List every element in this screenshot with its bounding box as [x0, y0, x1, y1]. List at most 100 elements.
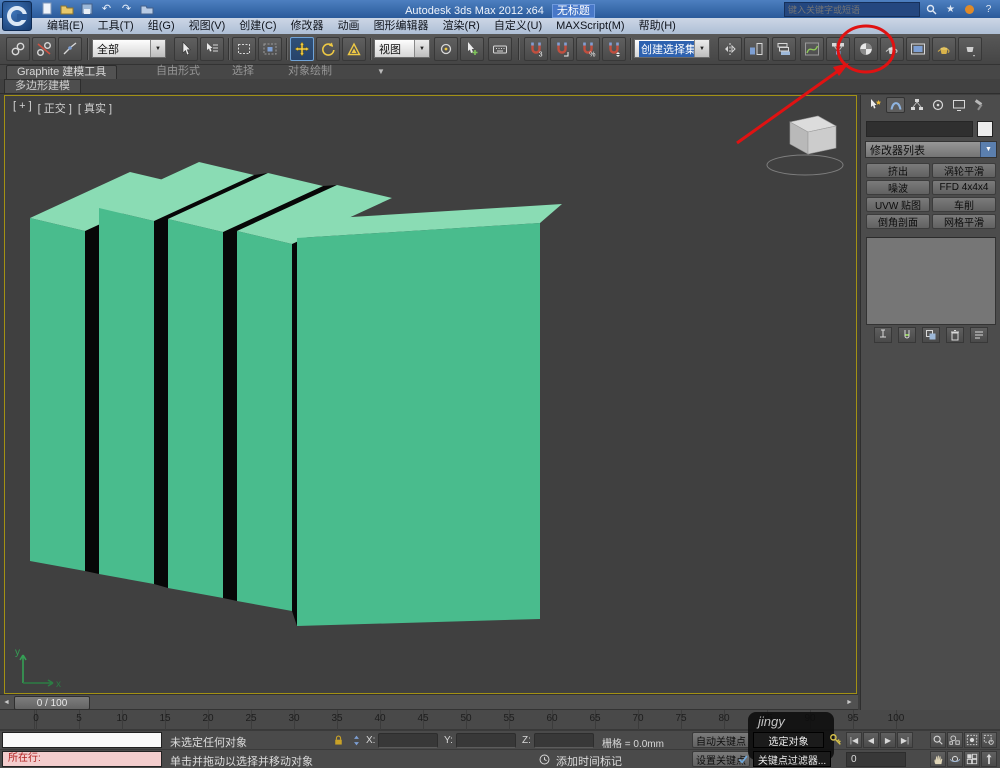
next-frame-arrow[interactable]: ►: [844, 697, 855, 708]
zoom-all-button[interactable]: [947, 732, 963, 748]
time-slider-handle[interactable]: 0 / 100: [14, 696, 90, 710]
select-by-name-button[interactable]: [200, 37, 224, 61]
selection-lock-toggle[interactable]: [330, 732, 347, 748]
new-scene-button[interactable]: [38, 1, 55, 16]
make-unique-button[interactable]: [922, 327, 940, 343]
menu-graph-editors[interactable]: 图形编辑器: [367, 18, 436, 34]
help-button[interactable]: ?: [981, 3, 996, 17]
viewport-menu-shading[interactable]: [ 真实 ]: [78, 100, 112, 116]
orbit-button[interactable]: [947, 751, 963, 767]
modifier-button-extrude[interactable]: 挤出: [866, 163, 930, 178]
rectangular-selection-region-button[interactable]: [232, 37, 256, 61]
undo-button[interactable]: ↶: [98, 1, 115, 16]
select-and-move-button[interactable]: [290, 37, 314, 61]
modifier-button-noise[interactable]: 噪波: [866, 180, 930, 195]
viewport-scene[interactable]: [5, 96, 856, 693]
slab-2-front[interactable]: [99, 208, 154, 584]
tab-motion[interactable]: [928, 97, 947, 113]
show-end-result-button[interactable]: [898, 327, 916, 343]
unlink-selection-button[interactable]: [32, 37, 56, 61]
search-input[interactable]: [784, 2, 920, 17]
add-time-tag-clock[interactable]: [536, 751, 553, 767]
select-and-link-button[interactable]: [6, 37, 30, 61]
modifier-button-uvw-map[interactable]: UVW 贴图: [866, 197, 930, 212]
set-keys-button[interactable]: [827, 732, 844, 748]
menu-customize[interactable]: 自定义(U): [487, 18, 549, 34]
tab-freeform[interactable]: 自由形式: [146, 65, 210, 78]
rendered-frame-window-button[interactable]: [906, 37, 930, 61]
select-and-manipulate-button[interactable]: [460, 37, 484, 61]
go-to-start-button[interactable]: |◀: [846, 732, 862, 748]
angle-snap-toggle-button[interactable]: [550, 37, 574, 61]
chevron-down-icon[interactable]: [414, 40, 429, 57]
menu-edit[interactable]: 编辑(E): [40, 18, 91, 34]
render-flyout-button[interactable]: [958, 37, 982, 61]
menu-help[interactable]: 帮助(H): [632, 18, 683, 34]
key-filters-button[interactable]: 关键点过滤器...: [753, 751, 831, 767]
maximize-viewport-toggle[interactable]: [964, 751, 980, 767]
select-and-scale-button[interactable]: [342, 37, 366, 61]
z-coordinate-field[interactable]: [534, 733, 594, 748]
use-pivot-center-button[interactable]: [434, 37, 458, 61]
select-and-rotate-button[interactable]: [316, 37, 340, 61]
favorites-button[interactable]: ★: [943, 3, 958, 17]
save-file-button[interactable]: [78, 1, 95, 16]
modifier-button-meshsmooth[interactable]: 网格平滑: [932, 214, 996, 229]
window-crossing-toggle-button[interactable]: [258, 37, 282, 61]
add-time-tag[interactable]: 添加时间标记: [556, 753, 622, 768]
tab-create[interactable]: [865, 97, 884, 113]
modifier-button-lathe[interactable]: 车削: [932, 197, 996, 212]
render-production-button[interactable]: [932, 37, 956, 61]
tab-modify[interactable]: [886, 97, 905, 113]
slab-3-front[interactable]: [168, 219, 223, 598]
tab-hierarchy[interactable]: [907, 97, 926, 113]
render-setup-button[interactable]: [880, 37, 904, 61]
slab-4-front[interactable]: [237, 231, 292, 611]
object-name-field[interactable]: [866, 121, 973, 137]
layer-manager-button[interactable]: [772, 37, 796, 61]
slab-5-front[interactable]: [297, 223, 540, 626]
open-file-button[interactable]: [58, 1, 75, 16]
keyboard-shortcut-override-button[interactable]: [488, 37, 512, 61]
search-button[interactable]: [924, 3, 939, 17]
pin-stack-button[interactable]: [874, 327, 892, 343]
configure-modifier-sets-button[interactable]: [970, 327, 988, 343]
x-coordinate-field[interactable]: [378, 733, 438, 748]
viewcube[interactable]: [760, 108, 850, 180]
pan-view-button[interactable]: [930, 751, 946, 767]
material-editor-button[interactable]: [854, 37, 878, 61]
tab-object-paint[interactable]: 对象绘制: [278, 65, 342, 78]
dolly-view-button[interactable]: [981, 751, 997, 767]
mirror-button[interactable]: [718, 37, 742, 61]
previous-frame-arrow[interactable]: ◄: [1, 697, 12, 708]
align-button[interactable]: [744, 37, 768, 61]
spinner-snap-toggle-button[interactable]: [602, 37, 626, 61]
time-slider[interactable]: ◄ 0 / 100 ►: [0, 694, 858, 710]
y-coordinate-field[interactable]: [456, 733, 516, 748]
tab-utilities[interactable]: [970, 97, 989, 113]
zoom-region-button[interactable]: [981, 732, 997, 748]
chevron-down-icon[interactable]: [150, 40, 165, 57]
named-selection-sets-dropdown[interactable]: 创建选择集: [634, 39, 710, 58]
tab-graphite-modeling[interactable]: Graphite 建模工具: [6, 65, 118, 79]
app-logo-button[interactable]: [2, 1, 32, 31]
reference-coordinate-dropdown[interactable]: 视图: [374, 39, 430, 58]
curve-editor-button[interactable]: [800, 37, 824, 61]
go-to-end-button[interactable]: ▶|: [897, 732, 913, 748]
selection-filter-dropdown[interactable]: 全部: [92, 39, 166, 58]
viewport[interactable]: [ + ] [ 正交 ] [ 真实 ] y x: [4, 95, 857, 694]
previous-frame-button[interactable]: ◀: [863, 732, 879, 748]
modifier-button-ffd4x4x4[interactable]: FFD 4x4x4: [932, 180, 996, 195]
viewport-menu-pov[interactable]: [ 正交 ]: [38, 100, 72, 116]
current-frame-field[interactable]: 0: [846, 752, 906, 767]
zoom-button[interactable]: [930, 732, 946, 748]
auto-key-button[interactable]: 自动关键点: [692, 732, 750, 748]
modifier-button-turbosmooth[interactable]: 涡轮平滑: [932, 163, 996, 178]
menu-maxscript[interactable]: MAXScript(M): [549, 18, 631, 34]
zoom-extents-button[interactable]: [964, 732, 980, 748]
bind-to-space-warp-button[interactable]: [58, 37, 82, 61]
modifier-button-bevel-profile[interactable]: 倒角剖面: [866, 214, 930, 229]
snaps-toggle-button[interactable]: 3: [524, 37, 548, 61]
schematic-view-button[interactable]: [826, 37, 850, 61]
project-folder-button[interactable]: [138, 1, 155, 16]
